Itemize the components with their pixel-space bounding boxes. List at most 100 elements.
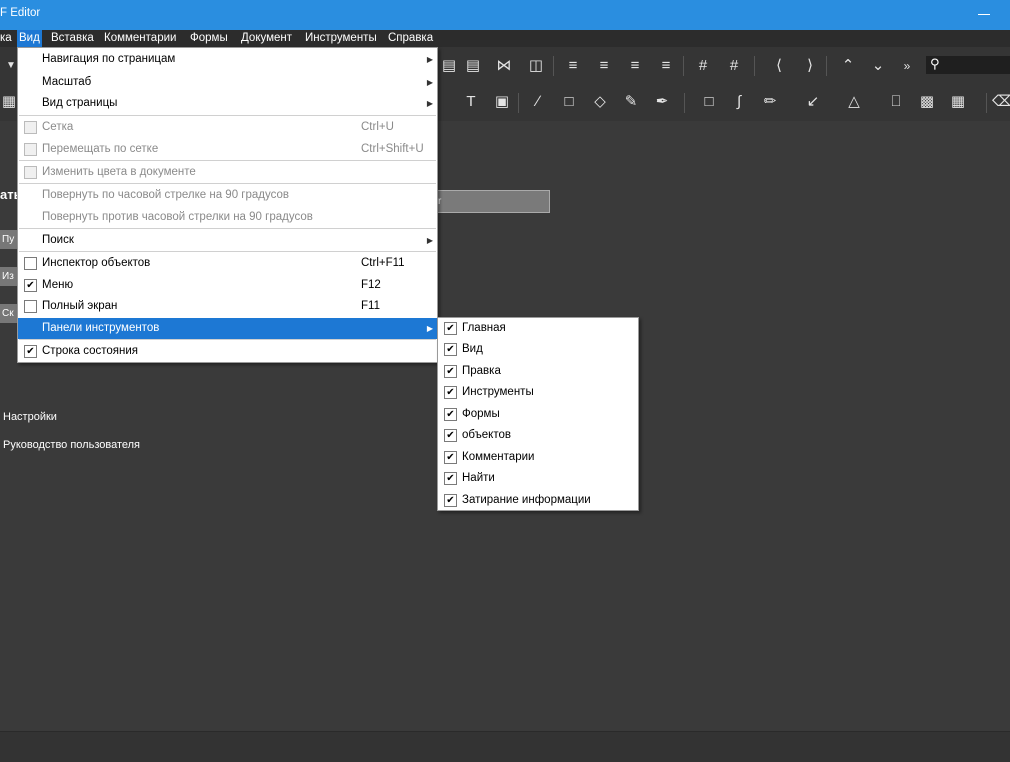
checkbox (24, 166, 37, 179)
search-icon: ⚲ (930, 56, 940, 71)
menu-item-menu[interactable]: МенюF12 (18, 275, 437, 296)
image-icon[interactable]: ▣ (493, 93, 511, 111)
menu-item-search[interactable]: Поиск ▶ (18, 230, 437, 251)
menu-item-fullscreen[interactable]: Полный экран F11 (18, 296, 437, 317)
grid-snap-icon[interactable]: # (725, 57, 743, 75)
submenu-item-redaction[interactable]: Затирание информации (438, 490, 638, 511)
menu-item-rotate-ccw[interactable]: Повернуть против часовой стрелки на 90 г… (18, 207, 437, 228)
align-right-icon[interactable]: ≡ (595, 57, 613, 75)
checkbox (24, 300, 37, 313)
menu-item-snap-to-grid[interactable]: Перемещать по сетке Ctrl+Shift+U (18, 139, 437, 160)
submenu-item-objects[interactable]: объектов (438, 425, 638, 446)
menu-item-rotate-cw[interactable]: Повернуть по часовой стрелке на 90 граду… (18, 185, 437, 206)
rect-icon[interactable]: □ (560, 93, 578, 111)
align-center-icon[interactable]: ≡ (626, 57, 644, 75)
create-button[interactable]: Из (0, 267, 18, 286)
align-top-icon[interactable]: ▤ (440, 57, 458, 75)
line-icon[interactable]: ∕ (529, 93, 547, 111)
submenu-item-forms[interactable]: Формы (438, 404, 638, 425)
window-title: F Editor (0, 7, 41, 19)
toolbar-separator (553, 56, 554, 76)
next-icon[interactable]: ⟩ (801, 57, 819, 75)
center-icon[interactable]: ⋈ (495, 57, 513, 75)
toolbar-separator (683, 56, 684, 76)
grid-icon[interactable]: # (694, 57, 712, 75)
menu-document[interactable]: Документ (241, 32, 292, 44)
settings-link[interactable]: Настройки (3, 411, 57, 423)
menu-separator (19, 183, 436, 184)
menu-forms[interactable]: Формы (190, 32, 228, 44)
search-input[interactable]: ⚲ (926, 56, 1010, 74)
eraser-icon[interactable]: ⌫ (992, 93, 1010, 111)
menu-help[interactable]: Справка (388, 32, 433, 44)
submenu-item-edit[interactable]: Правка (438, 361, 638, 382)
attach-icon[interactable]: ∫ (730, 93, 748, 111)
toolbar-separator (826, 56, 827, 76)
minimize-icon[interactable] (978, 14, 990, 15)
checkbox-checked (444, 408, 457, 421)
user-guide-link[interactable]: Руководство пользователя (3, 439, 140, 451)
checkbox-checked (444, 472, 457, 485)
menu-separator (19, 115, 436, 116)
menu-item-status-bar[interactable]: Строка состояния (18, 341, 437, 362)
submenu-item-tools[interactable]: Инструменты (438, 382, 638, 403)
text-icon[interactable]: T (462, 93, 480, 111)
title-bar: F Editor (0, 0, 1010, 30)
checkbox-checked (444, 322, 457, 335)
distribute-icon[interactable]: ◫ (527, 57, 545, 75)
submenu-item-main[interactable]: Главная (438, 318, 638, 339)
up-icon[interactable]: ⌃ (839, 57, 857, 75)
submenu-item-comments[interactable]: Комментарии (438, 447, 638, 468)
checkbox-checked (444, 343, 457, 356)
checkbox (24, 143, 37, 156)
menu-separator (19, 228, 436, 229)
menu-item-grid[interactable]: Сетка Ctrl+U (18, 117, 437, 138)
checkbox (24, 257, 37, 270)
menu-item-change-colors[interactable]: Изменить цвета в документе (18, 162, 437, 183)
shape-icon[interactable]: ◇ (591, 93, 609, 111)
toolbar-separator (986, 93, 987, 113)
checkbox-checked (444, 494, 457, 507)
menu-item-toolbars[interactable]: Панели инструментов ▶ (18, 318, 437, 339)
pencil-icon[interactable]: ✎ (622, 93, 640, 111)
menu-item-zoom[interactable]: Масштаб ▶ (18, 72, 437, 93)
menu-insert[interactable]: Вставка (51, 32, 94, 44)
checkbox-checked (444, 451, 457, 464)
submenu-item-find[interactable]: Найти (438, 468, 638, 489)
checkbox-checked (24, 345, 37, 358)
toolbar-separator (754, 56, 755, 76)
down-icon[interactable]: ⌄ (869, 57, 887, 75)
scan-button[interactable]: Ск (0, 304, 18, 323)
stamp-icon[interactable]: ▩ (918, 93, 936, 111)
menu-comments[interactable]: Комментарии (104, 32, 176, 44)
menu-separator (19, 339, 436, 340)
select-icon[interactable]: ▦ (0, 93, 18, 111)
toolbars-submenu: Главная Вид Правка Инструменты Формы объ… (437, 317, 639, 511)
box-icon[interactable]: □ (700, 93, 718, 111)
open-button[interactable]: Пу (0, 230, 18, 249)
menu-bar: ка Вид Вставка Комментарии Формы Докумен… (0, 30, 1010, 47)
menu-item-page-navigation[interactable]: Навигация по страницам ▶ (18, 49, 437, 70)
menu-file-fragment[interactable]: ка (0, 32, 12, 44)
submenu-item-view[interactable]: Вид (438, 339, 638, 360)
menu-item-page-view[interactable]: Вид страницы ▶ (18, 93, 437, 114)
view-menu: Навигация по страницам ▶ Масштаб ▶ Вид стр… (17, 47, 438, 363)
more-icon[interactable]: » (898, 57, 916, 75)
menu-separator (19, 160, 436, 161)
checkbox-checked (444, 365, 457, 378)
layout-icon[interactable]: ▦ (949, 93, 967, 111)
menu-view[interactable]: Вид (17, 30, 42, 47)
align-justify-icon[interactable]: ≡ (657, 57, 675, 75)
arrow-icon[interactable]: ↙ (804, 93, 822, 111)
highlight-icon[interactable]: ✏ (761, 93, 779, 111)
align-bottom-icon[interactable]: ▤ (464, 57, 482, 75)
menu-item-object-inspector[interactable]: Инспектор объектов Ctrl+F11 (18, 253, 437, 274)
align-left-icon[interactable]: ≡ (564, 57, 582, 75)
recent-field[interactable]: r (425, 190, 550, 213)
polygon-icon[interactable]: △ (845, 93, 863, 111)
prev-icon[interactable]: ⟨ (770, 57, 788, 75)
textbox-icon[interactable]: ⎕ (887, 93, 905, 111)
toolbar-separator (684, 93, 685, 113)
pen-icon[interactable]: ✒ (653, 93, 671, 111)
menu-tools[interactable]: Инструменты (305, 32, 377, 44)
